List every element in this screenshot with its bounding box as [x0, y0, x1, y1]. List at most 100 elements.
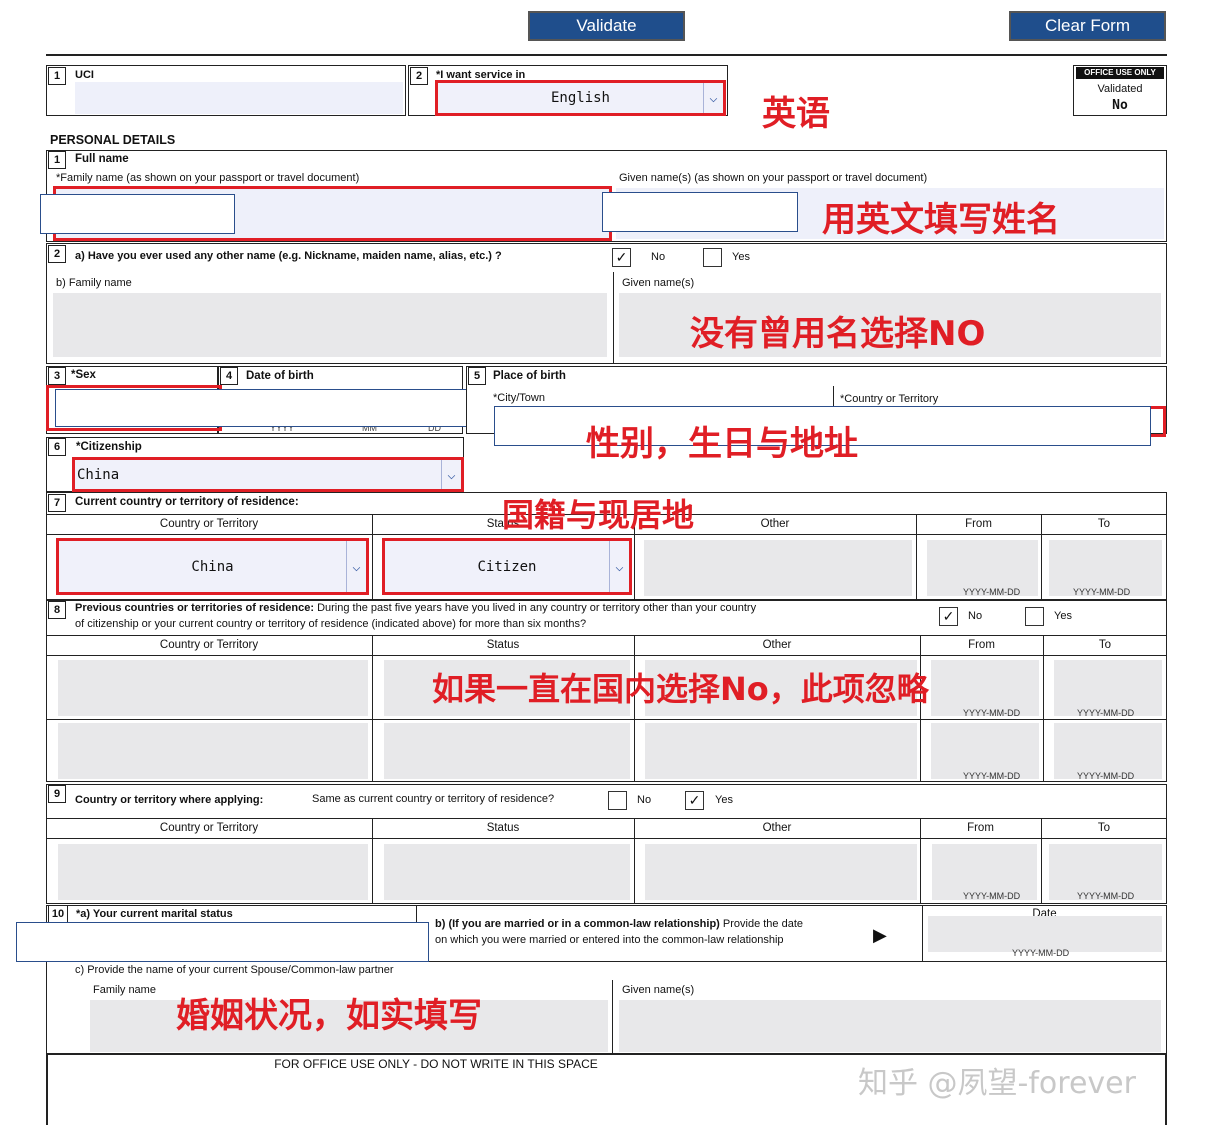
q8-label: Previous countries or territories of res… — [75, 602, 756, 614]
given-name-label: Given name(s) (as shown on your passport… — [619, 172, 928, 184]
apply-from-format: YYYY-MM-DD — [963, 891, 1021, 901]
spouse-given-label: Given name(s) — [622, 984, 695, 996]
apply-country-input[interactable] — [58, 844, 368, 900]
clear-form-button[interactable]: Clear Form — [1009, 11, 1166, 41]
q9-col-status: Status — [486, 822, 520, 834]
marriage-date-input[interactable] — [928, 916, 1162, 952]
q8-number: 8 — [48, 601, 66, 619]
city-label: *City/Town — [493, 392, 545, 404]
q8-col4 — [1043, 635, 1044, 782]
q8-col-to: To — [1098, 639, 1112, 651]
citizenship-select[interactable]: China ⌵ — [72, 457, 464, 492]
q2-number: 2 — [48, 245, 66, 263]
q7-col-to: To — [1097, 518, 1111, 530]
other-family-input[interactable] — [53, 293, 607, 357]
q1-label: Full name — [75, 153, 129, 165]
redaction-given-name — [602, 192, 798, 232]
spouse-given-input[interactable] — [619, 1000, 1161, 1052]
q2-no-checkbox[interactable]: ✓ — [612, 248, 631, 267]
residence-status-value: Citizen — [477, 558, 537, 575]
residence-country-select[interactable]: China ⌵ — [56, 538, 369, 595]
annotation-english: 英语 — [762, 94, 830, 134]
apply-other-input[interactable] — [645, 844, 917, 900]
validate-button[interactable]: Validate — [528, 11, 685, 41]
q2-divider — [613, 272, 614, 364]
q1-number: 1 — [48, 151, 66, 169]
q10-b-label: b) (If you are married or in a common-la… — [435, 918, 803, 930]
office-validated-label: Validated — [1097, 83, 1143, 95]
office-use-bottom-label: FOR OFFICE USE ONLY - DO NOT WRITE IN TH… — [274, 1057, 598, 1071]
q8-col-status: Status — [486, 639, 520, 651]
residence-other-input[interactable] — [644, 540, 912, 596]
q9-header-top — [46, 818, 1167, 819]
q8-col-from: From — [968, 639, 995, 651]
q8-col1 — [372, 635, 373, 782]
annotation-prev: 如果一直在国内选择No，此项忽略 — [432, 670, 929, 708]
q8-label-line2: of citizenship or your current country o… — [75, 618, 587, 630]
q8-no-label: No — [968, 610, 983, 622]
service-language-value: English — [550, 90, 610, 106]
q3-number: 3 — [48, 367, 66, 385]
spouse-family-label: Family name — [93, 984, 156, 996]
q8-no-checkbox[interactable]: ✓ — [939, 607, 958, 626]
q9-col-country: Country or Territory — [159, 822, 259, 834]
q9-header-bottom — [46, 838, 1167, 839]
q2-yes-label: Yes — [732, 251, 750, 263]
prev2-from-format: YYYY-MM-DD — [963, 771, 1021, 781]
marriage-date-format: YYYY-MM-DD — [1012, 948, 1070, 958]
q3-label: *Sex — [71, 369, 96, 381]
annotation-sex-birth: 性别，生日与地址 — [586, 424, 858, 464]
q9-yes-label: Yes — [715, 794, 733, 806]
prev2-country-input[interactable] — [58, 723, 368, 779]
redaction-marital-status — [16, 922, 429, 962]
q7-col-country: Country or Territory — [159, 518, 259, 530]
apply-to-format: YYYY-MM-DD — [1077, 891, 1135, 901]
q4-number: 4 — [220, 367, 238, 385]
q10-label: *a) Your current marital status — [76, 908, 233, 920]
q8-col-country: Country or Territory — [159, 639, 259, 651]
service-language-select[interactable]: English ⌵ — [435, 80, 726, 116]
q7-number: 7 — [48, 494, 66, 512]
chevron-down-icon: ⌵ — [346, 541, 366, 592]
q10-divider-c — [612, 980, 613, 1055]
residence-status-select[interactable]: Citizen ⌵ — [382, 538, 632, 595]
q2-label: a) Have you ever used any other name (e.… — [75, 250, 502, 262]
q9-no-label: No — [637, 794, 652, 806]
q9-yes-checkbox[interactable]: ✓ — [685, 791, 704, 810]
citizenship-value: China — [77, 466, 120, 483]
q6-label: *Citizenship — [76, 441, 142, 453]
uci-input[interactable] — [75, 82, 403, 114]
annotation-name: 用英文填写姓名 — [822, 200, 1060, 240]
q9-col-to: To — [1097, 822, 1111, 834]
q8-yes-checkbox[interactable] — [1025, 607, 1044, 626]
redaction-family-name — [40, 194, 235, 234]
q9-no-checkbox[interactable] — [608, 791, 627, 810]
other-family-label: b) Family name — [56, 277, 132, 289]
prev1-country-input[interactable] — [58, 660, 368, 716]
q9-label: Country or territory where applying: — [75, 794, 264, 806]
office-validated-value: No — [1112, 98, 1128, 113]
play-arrow-icon: ▶ — [873, 925, 887, 945]
family-name-label: *Family name (as shown on your passport … — [56, 172, 360, 184]
annotation-no-alias: 没有曾用名选择NO — [690, 314, 986, 354]
prev2-other-input[interactable] — [645, 723, 917, 779]
q10-number: 10 — [48, 905, 68, 923]
service-number: 2 — [410, 67, 428, 85]
q10-b-line2: on which you were married or entered int… — [435, 934, 784, 946]
prev1-from-format: YYYY-MM-DD — [963, 708, 1021, 718]
q2-no-label: No — [651, 251, 666, 263]
q9-col-other: Other — [762, 822, 792, 834]
q8-yes-label: Yes — [1054, 610, 1072, 622]
prev2-to-format: YYYY-MM-DD — [1077, 771, 1135, 781]
chevron-down-icon: ⌵ — [441, 460, 461, 489]
q2-yes-checkbox[interactable] — [703, 248, 722, 267]
prev2-status-input[interactable] — [384, 723, 630, 779]
apply-status-input[interactable] — [384, 844, 630, 900]
q10-b-rest: Provide the date — [719, 918, 803, 930]
q8-label-bold: Previous countries or territories of res… — [75, 602, 315, 614]
annotation-citizen: 国籍与现居地 — [502, 496, 695, 534]
q8-label-rest: During the past five years have you live… — [314, 602, 757, 614]
office-use-title: OFFICE USE ONLY — [1076, 67, 1164, 79]
residence-country-value: China — [191, 558, 234, 575]
residence-from-format: YYYY-MM-DD — [963, 587, 1021, 597]
